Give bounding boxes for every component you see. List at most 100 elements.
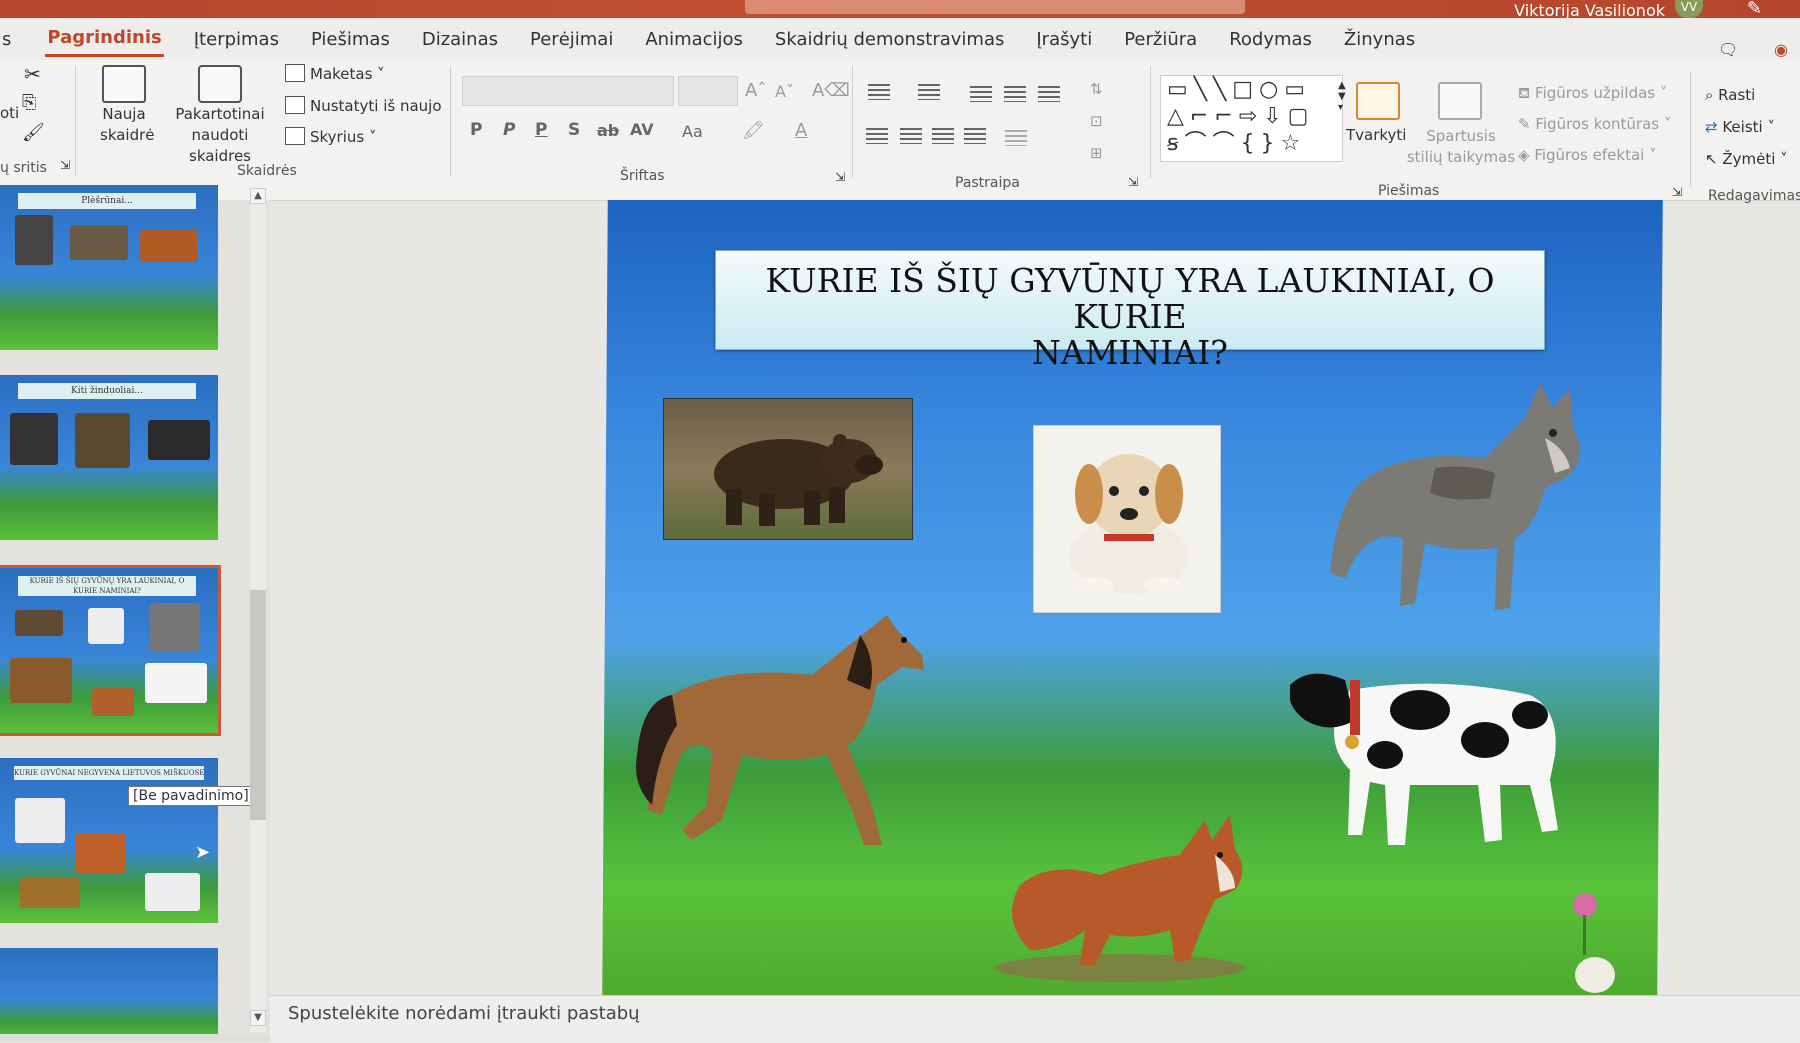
select-button[interactable]: ↖ Žymėti ˅ [1705,150,1788,168]
bear-image[interactable] [663,398,913,540]
layout-icon [285,64,305,82]
new-slide-button[interactable]: Nauja skaidrė [100,104,155,146]
format-painter-icon[interactable]: 🖌 [22,122,45,143]
clipboard-launcher-icon[interactable]: ⇲ [60,158,70,172]
tab-home[interactable]: Pagrindinis [45,21,164,57]
shapes-gallery[interactable]: ▭╲╲□○▭ △⌐⌐⇨⇩▢ ꞩ⌒⌒{}☆ [1160,75,1343,162]
reset-button[interactable]: Nustatyti iš naujo [285,96,442,115]
change-case-button[interactable]: Aa [682,122,703,141]
text-direction-icon[interactable]: ⇅ [1090,80,1103,98]
puppy-image[interactable] [1033,425,1221,613]
tab-review[interactable]: Peržiūra [1122,23,1199,56]
shape-effects-button[interactable]: ◈ Figūros efektai ˅ [1518,146,1657,164]
tab-draw[interactable]: Piešimas [309,23,392,56]
comments-icon[interactable]: 🗨 [1718,40,1738,59]
justify-icon[interactable] [964,128,986,144]
replace-button[interactable]: ⇄ Keisti ˅ [1705,118,1775,136]
tab-design[interactable]: Dizainas [420,23,500,56]
gallery-scroll-icon[interactable]: ▲ ▼ ▾ [1338,80,1346,113]
tab-slideshow[interactable]: Skaidrių demonstravimas [773,23,1006,56]
thumbnail-image [15,798,65,843]
underline-button[interactable]: P [535,120,547,140]
flower-decoration-icon [1560,885,1620,999]
shrink-font-icon[interactable]: Aˇ [775,82,794,101]
find-button[interactable]: ⌕ Rasti [1705,86,1755,104]
notes-placeholder[interactable]: Spustelėkite norėdami įtraukti pastabų [288,1003,640,1024]
slide-thumbnail-selected[interactable]: KURIE IŠ ŠIŲ GYVŪNŲ YRA LAUKINIAI, O KUR… [0,565,221,736]
slide-title-line-2: NAMINIAI? [1031,333,1228,372]
thumbnails-scrollbar-thumb[interactable] [250,590,266,820]
font-size-box[interactable] [678,76,738,106]
slide-thumbnail[interactable] [0,948,218,1042]
align-center-icon[interactable] [900,128,922,144]
slide-title-box[interactable]: KURIE IŠ ŠIŲ GYVŪNŲ YRA LAUKINIAI, O KUR… [715,250,1545,371]
cow-image[interactable] [1289,660,1590,864]
title-search-box[interactable] [745,0,1245,14]
tab-view[interactable]: Rodymas [1227,23,1314,56]
increase-indent-icon[interactable] [1004,86,1026,102]
record-icon[interactable]: ◉ [1774,40,1788,59]
section-button[interactable]: Skyrius ˅ [285,127,377,146]
scroll-up-icon[interactable]: ▲ [250,188,266,204]
font-color-icon[interactable]: A [795,120,807,141]
align-right-icon[interactable] [932,128,954,144]
scroll-down-icon[interactable]: ▼ [250,1010,266,1026]
grow-font-icon[interactable]: Aˆ [745,80,766,101]
arrange-button[interactable]: Tvarkyti [1346,126,1406,144]
flower-drawing [1573,893,1615,993]
layout-button[interactable]: Maketas ˅ [285,64,385,83]
shape-outline-button[interactable]: ✎ Figūros kontūras ˅ [1518,115,1671,133]
font-launcher-icon[interactable]: ⇲ [835,170,845,184]
ribbon-divider [852,66,853,178]
shape-outline-icon: ✎ [1518,115,1536,133]
quick-styles-icon[interactable] [1438,82,1482,120]
slide-title-line-1: KURIE IŠ ŠIŲ GYVŪNŲ YRA LAUKINIAI, O KUR… [765,261,1495,336]
reuse-slides-button[interactable]: Pakartotinai naudoti skaidres [160,104,280,167]
pen-icon[interactable]: ✎ [1747,0,1762,19]
tab-help[interactable]: Žinynas [1342,23,1417,56]
decrease-indent-icon[interactable] [970,86,992,102]
tab-insert[interactable]: Įterpimas [192,23,281,56]
align-left-icon[interactable] [866,128,888,144]
clear-format-icon[interactable]: A⌫ [812,80,850,101]
strikethrough-button[interactable]: ab [597,121,619,140]
slide-thumbnail[interactable]: Plėšrūnai... [0,185,218,350]
paragraph-launcher-icon[interactable]: ⇲ [1128,175,1138,189]
line-spacing-icon[interactable] [1038,86,1060,102]
cut-icon[interactable]: ✂ [24,62,41,86]
thumbnail-image [10,413,58,465]
align-text-icon[interactable]: ⊡ [1090,112,1103,130]
new-slide-icon[interactable] [102,65,146,103]
quick-styles-button[interactable]: Spartusis stilių taikymas [1406,126,1516,168]
thumbnail-image [15,215,53,265]
drawing-launcher-icon[interactable]: ⇲ [1672,185,1682,199]
slide-thumbnail[interactable]: KURIE GYVŪNAI NEGYVENA LIETUVOS MIŠKUOSE… [0,758,218,923]
tab-transitions[interactable]: Perėjimai [528,23,615,56]
bullets-icon[interactable] [868,84,890,100]
arrange-icon[interactable] [1356,82,1400,120]
horse-image[interactable] [632,605,962,869]
tab-record[interactable]: Įrašyti [1034,23,1094,56]
font-group-label: Šriftas [620,168,665,184]
bold-button[interactable]: P [470,120,482,140]
shape-fill-button[interactable]: ⛾ Figūros užpildas ˅ [1518,84,1667,104]
slide-thumbnail[interactable]: Kiti žinduoliai... [0,375,218,540]
thumbnail-title: KURIE GYVŪNAI NEGYVENA LIETUVOS MIŠKUOSE… [14,766,204,780]
char-spacing-button[interactable]: AV [630,120,654,139]
italic-button[interactable]: P [503,120,515,140]
highlight-icon[interactable]: 🖍 [742,120,765,141]
smartart-icon[interactable]: ⊞ [1090,144,1103,162]
fox-image[interactable] [990,800,1260,989]
tab-file[interactable]: s [0,23,13,56]
shadow-button[interactable]: S [568,120,580,140]
copy-icon[interactable]: ⎘ [22,92,36,113]
font-name-box[interactable] [462,76,674,106]
reset-icon [285,96,305,114]
columns-icon[interactable] [1005,130,1027,146]
reuse-slides-icon[interactable] [198,65,242,103]
numbering-icon[interactable] [918,84,940,100]
tab-animations[interactable]: Animacijos [643,23,745,56]
wolf-image[interactable] [1315,378,1595,627]
paste-label[interactable]: oti [0,104,19,122]
user-avatar[interactable]: VV [1675,0,1703,18]
